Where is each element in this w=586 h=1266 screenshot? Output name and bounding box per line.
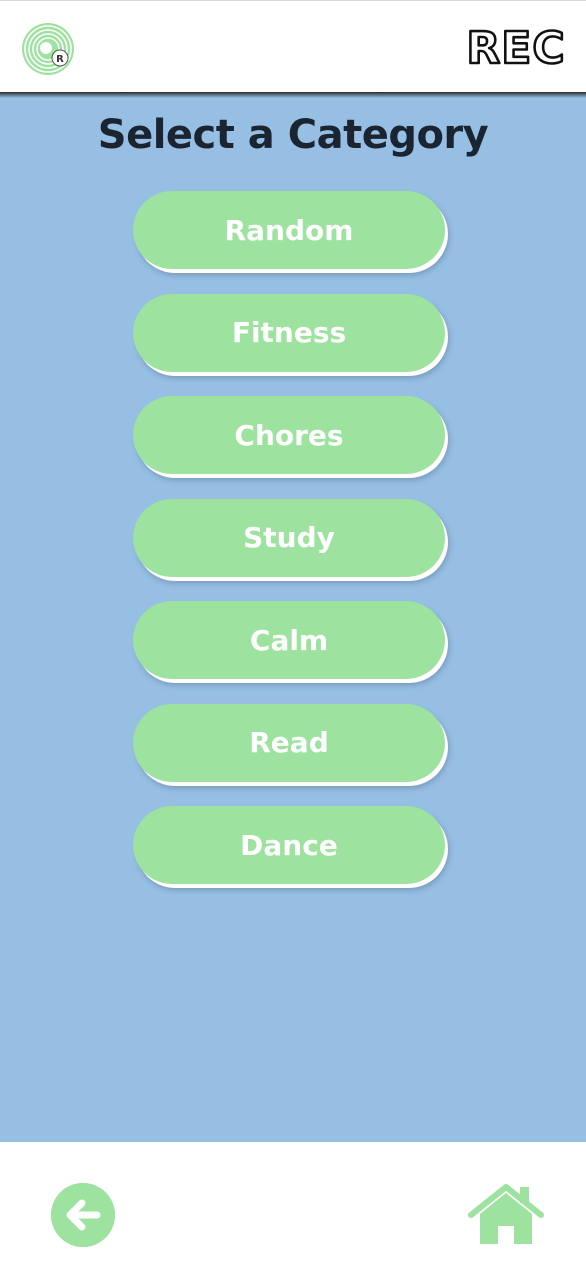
- list-item: Chores: [133, 396, 445, 474]
- logo-badge-text: R: [56, 54, 64, 65]
- category-panel: Select a Category Random Fitness Chores …: [0, 92, 586, 1142]
- bottom-nav: [0, 1142, 586, 1266]
- category-button-dance[interactable]: Dance: [133, 806, 445, 884]
- category-button-study[interactable]: Study: [133, 498, 445, 577]
- list-item: Dance: [133, 806, 445, 884]
- home-icon: [468, 1184, 544, 1244]
- category-button-chores[interactable]: Chores: [133, 396, 445, 474]
- list-item: Random: [133, 191, 445, 269]
- page-title: Select a Category: [97, 112, 489, 158]
- arrow-left-icon: [51, 1183, 115, 1247]
- category-button-read[interactable]: Read: [133, 703, 445, 782]
- top-bar: R REC: [0, 0, 586, 92]
- list-item: Study: [133, 498, 445, 577]
- brand-text: REC: [466, 23, 565, 73]
- app-screen: R REC Select a Category Random Fitness C…: [0, 0, 586, 1266]
- back-button[interactable]: [51, 1183, 115, 1247]
- category-button-calm[interactable]: Calm: [133, 601, 445, 679]
- category-button-fitness[interactable]: Fitness: [133, 293, 445, 372]
- category-button-random[interactable]: Random: [133, 191, 445, 269]
- list-item: Read: [133, 703, 445, 782]
- list-item: Calm: [133, 601, 445, 679]
- list-item: Fitness: [133, 293, 445, 372]
- category-list: Random Fitness Chores Study Calm Read Da…: [133, 191, 445, 909]
- header-shadow: [0, 92, 586, 98]
- brand-logo: REC: [456, 23, 576, 73]
- vinyl-record-icon[interactable]: R: [20, 21, 76, 77]
- home-button[interactable]: [467, 1182, 545, 1248]
